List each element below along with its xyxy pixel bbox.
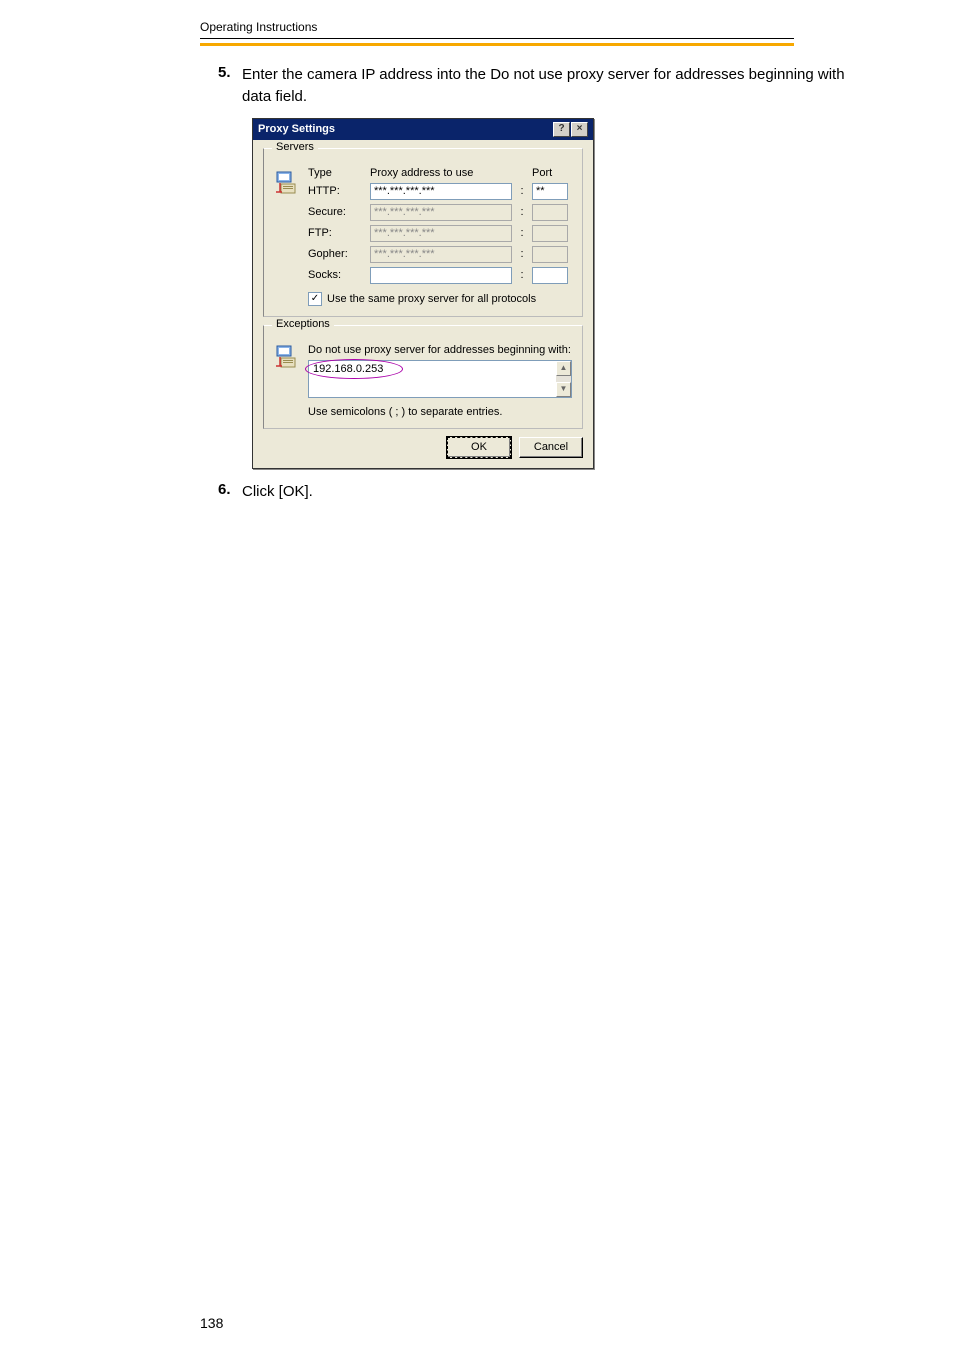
exceptions-icon (274, 344, 300, 370)
dialog-titlebar: Proxy Settings ? × (253, 119, 593, 140)
cancel-button[interactable]: Cancel (519, 437, 583, 458)
exceptions-groupbox: Do not use proxy server for addresses be… (263, 325, 583, 429)
exceptions-textarea[interactable]: 192.168.0.253 ▲ ▼ (308, 360, 572, 398)
http-label: HTTP: (308, 185, 364, 197)
col-type: Type (308, 167, 364, 179)
help-button[interactable]: ? (553, 122, 570, 137)
scroll-down-icon[interactable]: ▼ (556, 382, 571, 397)
exceptions-label: Do not use proxy server for addresses be… (308, 344, 572, 356)
dialog-title: Proxy Settings (258, 123, 335, 135)
step-5-num: 5. (218, 64, 242, 81)
header-rule (200, 38, 794, 46)
socks-port-input[interactable] (532, 267, 568, 284)
proxy-settings-dialog: Proxy Settings ? × (252, 118, 594, 469)
ftp-address-input (370, 225, 512, 242)
ftp-label: FTP: (308, 227, 364, 239)
gopher-address-input (370, 246, 512, 263)
secure-port-input (532, 204, 568, 221)
socks-address-input[interactable] (370, 267, 512, 284)
socks-label: Socks: (308, 269, 364, 281)
step-5-text: Enter the camera IP address into the Do … (242, 64, 854, 108)
scroll-up-icon[interactable]: ▲ (556, 361, 571, 376)
step-6-text: Click [OK]. (242, 481, 313, 503)
colon: : (518, 185, 526, 197)
gopher-label: Gopher: (308, 248, 364, 260)
step-5: 5. Enter the camera IP address into the … (218, 64, 854, 108)
ok-button[interactable]: OK (447, 437, 511, 458)
secure-address-input (370, 204, 512, 221)
semicolon-note: Use semicolons ( ; ) to separate entries… (308, 406, 572, 418)
step-6-num: 6. (218, 481, 242, 498)
servers-groupbox: Type Proxy address to use Port HTTP: : S… (263, 148, 583, 317)
exceptions-value: 192.168.0.253 (313, 363, 383, 375)
http-address-input[interactable] (370, 183, 512, 200)
servers-icon (274, 170, 300, 196)
ftp-port-input (532, 225, 568, 242)
use-same-proxy-checkbox[interactable]: ✓ (308, 292, 322, 306)
exceptions-scrollbar[interactable]: ▲ ▼ (556, 361, 571, 397)
col-address: Proxy address to use (370, 167, 512, 179)
secure-label: Secure: (308, 206, 364, 218)
col-port: Port (532, 167, 572, 179)
page-number: 138 (200, 1315, 223, 1331)
gopher-port-input (532, 246, 568, 263)
http-port-input[interactable] (532, 183, 568, 200)
close-button[interactable]: × (571, 122, 588, 137)
use-same-proxy-label: Use the same proxy server for all protoc… (327, 293, 536, 305)
step-6: 6. Click [OK]. (218, 481, 854, 503)
doc-header: Operating Instructions (200, 20, 954, 34)
